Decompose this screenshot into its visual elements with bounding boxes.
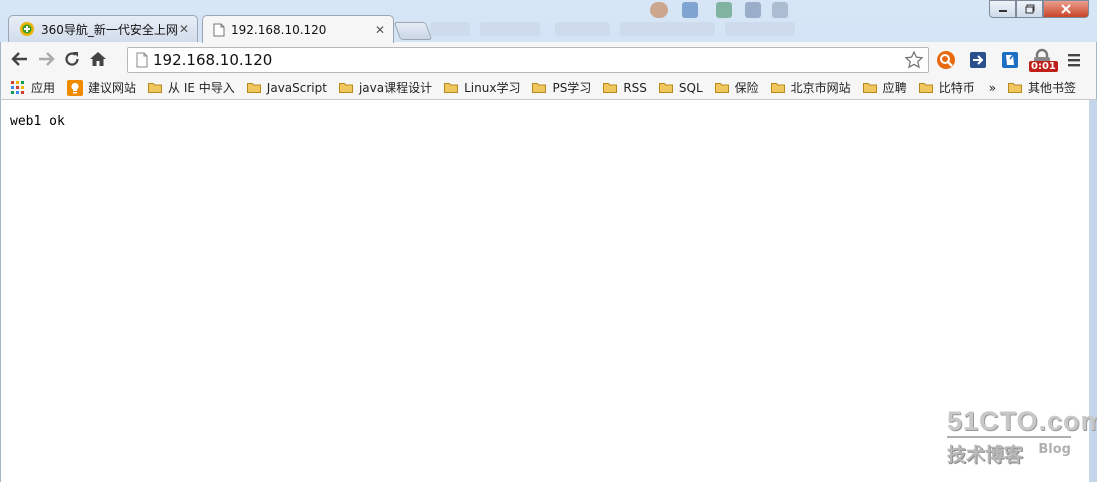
home-icon	[90, 52, 106, 66]
forward-button[interactable]	[33, 46, 59, 72]
tab-close-icon[interactable]: ✕	[373, 23, 387, 37]
bookmark-label: PS学习	[552, 81, 592, 95]
arrow-right-box-icon	[970, 52, 986, 68]
extension-timer-button[interactable]: 0:01	[1029, 48, 1058, 72]
bookmarks-overflow-button[interactable]: »	[989, 81, 996, 95]
bookmark-folder-beijing-sites[interactable]: 北京市网站	[770, 79, 851, 96]
watermark-logo: 51CTO.com	[947, 406, 1097, 436]
reload-icon	[65, 52, 79, 66]
back-arrow-icon	[11, 52, 27, 66]
bookmark-folder-ps[interactable]: PS学习	[532, 79, 591, 96]
bookmark-suggested-sites[interactable]: 建议网站	[67, 79, 136, 96]
hamburger-menu-icon	[1068, 54, 1080, 67]
360-logo-icon	[20, 22, 34, 36]
apps-grid-icon	[11, 80, 24, 94]
folder-icon	[714, 83, 729, 93]
bookmark-label: 北京市网站	[790, 81, 851, 95]
bookmark-folder-sql[interactable]: SQL	[658, 80, 703, 95]
folder-icon	[770, 83, 785, 93]
bookmark-label: java课程设计	[358, 81, 433, 95]
bookmarks-bar: 应用 建议网站 从 IE 中导入 JavaScript java课程设计 Lin…	[0, 76, 1097, 100]
bookmark-folder-linux[interactable]: Linux学习	[444, 79, 520, 96]
folder-icon	[338, 83, 353, 93]
bookmark-folder-java-course[interactable]: java课程设计	[338, 79, 433, 96]
address-bar[interactable]	[127, 47, 929, 73]
bookmark-folder-rss[interactable]: RSS	[603, 81, 647, 95]
folder-icon	[1008, 83, 1023, 93]
bookmark-label: Linux学习	[464, 81, 521, 95]
forward-arrow-icon	[39, 52, 55, 66]
bookmark-apps[interactable]: 应用	[11, 79, 55, 96]
bookmark-label: 其他书签	[1028, 81, 1077, 95]
bookmark-folder-bitcoin[interactable]: 比特币	[918, 79, 975, 96]
bookmark-label: 应用	[31, 81, 56, 95]
bookmark-label: 建议网站	[88, 81, 137, 95]
home-button[interactable]	[85, 46, 111, 72]
bookmark-star-icon[interactable]	[904, 50, 924, 70]
close-window-button[interactable]	[1043, 0, 1089, 18]
page-icon	[136, 52, 148, 68]
folder-icon	[862, 83, 877, 93]
bookmark-label: SQL	[678, 80, 703, 95]
blue-paper-icon	[1002, 52, 1018, 68]
bookmark-label: RSS	[623, 80, 647, 95]
new-tab-button[interactable]	[393, 22, 433, 40]
folder-icon	[658, 83, 673, 93]
folder-icon	[148, 83, 163, 93]
bookmark-folder-ie-import[interactable]: 从 IE 中导入	[148, 79, 235, 96]
back-button[interactable]	[7, 46, 33, 72]
folder-icon	[246, 83, 261, 93]
extension-search-button[interactable]	[935, 49, 957, 71]
bookmark-folder-javascript[interactable]: JavaScript	[246, 80, 327, 95]
minimize-button[interactable]	[989, 0, 1016, 18]
toolbar: 0:01	[0, 42, 1097, 76]
tab-title: 360导航_新一代安全上网	[41, 22, 177, 37]
bookmark-label: 应聘	[882, 81, 907, 95]
bookmark-folder-jobs[interactable]: 应聘	[862, 79, 907, 96]
orange-search-icon	[937, 51, 955, 69]
reload-button[interactable]	[59, 46, 85, 72]
watermark-blog: Blog	[1038, 442, 1071, 457]
tab-close-icon[interactable]: ✕	[177, 22, 191, 36]
folder-icon	[532, 83, 547, 93]
page-icon	[213, 23, 225, 36]
folder-icon	[603, 83, 618, 93]
bookmark-label: 保险	[734, 81, 759, 95]
watermark-divider	[947, 436, 1071, 438]
page-body-text: web1 ok	[10, 114, 65, 129]
bookmark-other-folder[interactable]: 其他书签	[1008, 79, 1076, 96]
watermark-subtitle: 技术博客	[947, 444, 1024, 466]
extension-share-button[interactable]	[967, 49, 989, 71]
tab-strip: 360导航_新一代安全上网 ✕ 192.168.10.120 ✕	[0, 0, 1097, 43]
page-content: web1 ok 51CTO.com 技术博客 Blog	[0, 100, 1097, 482]
tab-title: 192.168.10.120	[231, 22, 327, 37]
minimize-icon	[998, 10, 1007, 12]
close-icon	[1061, 4, 1071, 14]
restore-icon	[1025, 4, 1034, 14]
menu-button[interactable]	[1063, 49, 1085, 71]
tab-360-nav[interactable]: 360导航_新一代安全上网 ✕	[8, 15, 198, 42]
tab-current[interactable]: 192.168.10.120 ✕	[202, 15, 394, 43]
bookmark-label: 比特币	[938, 81, 975, 95]
url-input[interactable]	[149, 51, 904, 69]
site-watermark: 51CTO.com 技术博客 Blog	[947, 406, 1097, 468]
folder-icon	[918, 83, 933, 93]
bookmark-label: JavaScript	[266, 80, 327, 95]
bookmark-folder-insurance[interactable]: 保险	[714, 79, 759, 96]
window-controls	[989, 0, 1089, 18]
folder-icon	[444, 83, 459, 93]
restore-button[interactable]	[1016, 0, 1043, 18]
extension-paper-button[interactable]	[999, 49, 1021, 71]
bookmark-label: 从 IE 中导入	[168, 81, 235, 95]
suggested-sites-icon	[67, 79, 84, 96]
timer-badge: 0:01	[1029, 61, 1058, 72]
